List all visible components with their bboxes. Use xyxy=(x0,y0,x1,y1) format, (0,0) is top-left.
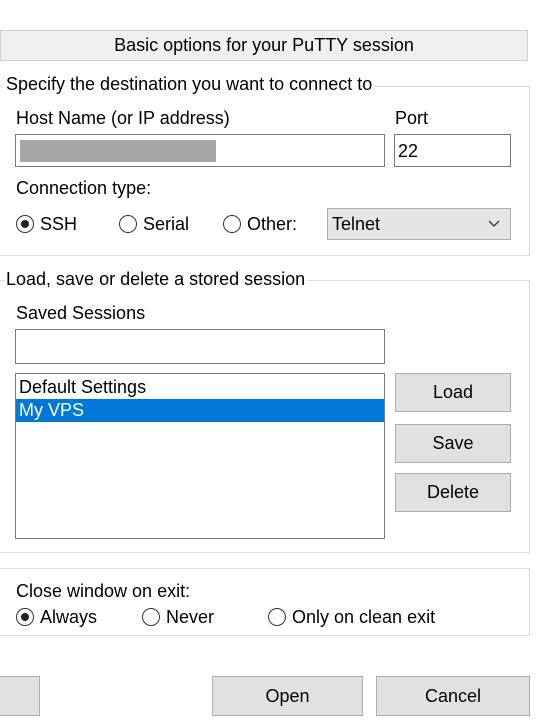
section-header: Basic options for your PuTTY session xyxy=(0,30,528,61)
host-name-label: Host Name (or IP address) xyxy=(16,108,230,128)
radio-serial[interactable]: Serial xyxy=(119,211,189,237)
radio-only-clean-exit[interactable]: Only on clean exit xyxy=(268,604,435,630)
host-name-input[interactable] xyxy=(15,134,385,167)
destination-group-title: Specify the destination you want to conn… xyxy=(4,73,375,95)
delete-button[interactable]: Delete xyxy=(395,473,511,512)
open-button[interactable]: Open xyxy=(212,676,363,716)
radio-ssh-label: SSH xyxy=(40,213,78,234)
sessions-group-title: Load, save or delete a stored session xyxy=(4,268,308,290)
cancel-button[interactable]: Cancel xyxy=(376,676,530,716)
host-name-redacted xyxy=(20,140,216,162)
save-button[interactable]: Save xyxy=(395,424,511,463)
radio-other-label: Other: xyxy=(247,213,298,234)
about-button-partial[interactable] xyxy=(0,676,40,716)
section-header-title: Basic options for your PuTTY session xyxy=(114,35,414,55)
radio-always-label: Always xyxy=(40,606,98,627)
other-protocol-value: Telnet xyxy=(332,213,381,234)
radio-other[interactable]: Other: xyxy=(223,211,297,237)
list-item-my-vps[interactable]: My VPS xyxy=(16,399,384,422)
load-button[interactable]: Load xyxy=(395,373,511,412)
radio-never-label: Never xyxy=(166,606,215,627)
connection-type-label: Connection type: xyxy=(16,178,152,198)
radio-ssh[interactable]: SSH xyxy=(16,211,77,237)
radio-always-indicator xyxy=(16,608,34,626)
radio-ssh-indicator xyxy=(16,215,34,233)
radio-only-clean-exit-label: Only on clean exit xyxy=(292,606,436,627)
saved-sessions-label: Saved Sessions xyxy=(16,303,146,323)
port-value: 22 xyxy=(398,141,419,161)
port-label: Port xyxy=(395,108,429,128)
list-item-default-settings[interactable]: Default Settings xyxy=(16,376,384,399)
radio-never-indicator xyxy=(142,608,160,626)
other-protocol-select[interactable]: Telnet xyxy=(327,208,511,240)
saved-sessions-list[interactable]: Default Settings My VPS xyxy=(15,373,385,539)
chevron-down-icon xyxy=(488,220,500,227)
radio-serial-indicator xyxy=(119,215,137,233)
saved-session-name-input[interactable] xyxy=(15,329,385,364)
radio-only-clean-exit-indicator xyxy=(268,608,286,626)
port-input[interactable]: 22 xyxy=(394,134,511,167)
radio-never[interactable]: Never xyxy=(142,604,214,630)
close-on-exit-label: Close window on exit: xyxy=(16,581,191,601)
radio-serial-label: Serial xyxy=(143,213,190,234)
radio-always[interactable]: Always xyxy=(16,604,97,630)
radio-other-indicator xyxy=(223,215,241,233)
